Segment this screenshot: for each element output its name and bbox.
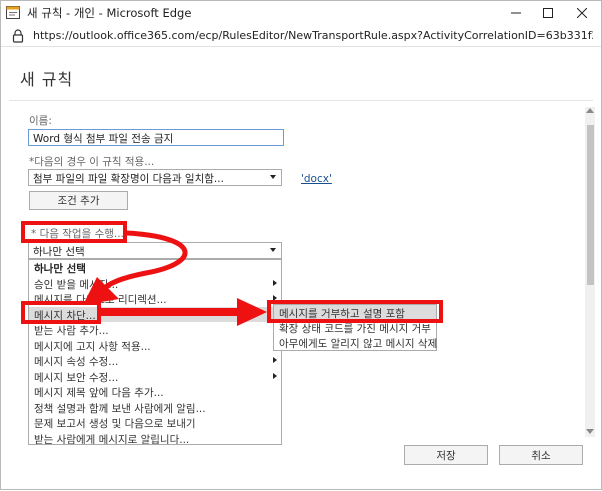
- dropdown-item-approval[interactable]: 승인 받을 메시지...: [29, 276, 281, 292]
- dropdown-item-block-message[interactable]: 메시지 차단...: [29, 306, 281, 322]
- dropdown-item-incident-report[interactable]: 문제 보고서 생성 및 다음으로 보내기: [29, 415, 281, 431]
- dropdown-item-label: 메시지 속성 수정...: [34, 356, 119, 368]
- add-condition-button[interactable]: 조건 추가: [29, 191, 128, 210]
- dropdown-item-label: 메시지 제목 앞에 다음 추가...: [34, 387, 164, 399]
- scroll-up-icon[interactable]: [586, 108, 594, 113]
- scroll-down-icon[interactable]: [586, 429, 594, 434]
- submenu-item-label: 아무에게도 알리지 않고 메시지 삭제: [279, 338, 438, 350]
- outlook-page-icon: [6, 6, 20, 19]
- chevron-right-icon: [273, 372, 277, 379]
- dropdown-item-notify-sender[interactable]: 정책 설명과 함께 보낸 사람에게 알림...: [29, 400, 281, 416]
- condition-select[interactable]: 첨부 파일의 파일 확장명이 다음과 일치함...: [28, 169, 282, 186]
- title-bar: 새 규칙 - 개인 - Microsoft Edge: [1, 1, 601, 25]
- dropdown-item-label: 메시지에 고지 사항 적용...: [34, 340, 151, 353]
- block-message-submenu[interactable]: 메시지를 거부하고 설명 포함 확장 상태 코드를 가진 메시지 거부 아무에게…: [273, 304, 437, 351]
- chevron-down-icon: [270, 175, 276, 179]
- dropdown-item-select-one[interactable]: 하나만 선택: [29, 260, 281, 276]
- dropdown-item-label: 메시지를 다음으로 리디렉션...: [34, 294, 167, 306]
- chevron-right-icon: [273, 295, 277, 301]
- dropdown-item-label: 메시지 보안 수정...: [34, 371, 119, 384]
- page-title: 새 규칙: [20, 70, 74, 89]
- dropdown-item-redirect[interactable]: 메시지를 다음으로 리디렉션...: [29, 291, 281, 307]
- name-label: 이름:: [29, 115, 52, 127]
- submenu-item-label: 메시지를 거부하고 설명 포함: [279, 308, 405, 320]
- action-dropdown-list[interactable]: 하나만 선택 승인 받을 메시지... 메시지를 다음으로 리디렉션... 메시…: [28, 259, 282, 445]
- url-text[interactable]: https://outlook.office365.com/ecp/RulesE…: [33, 29, 593, 42]
- action-label: * 다음 작업을 수행...: [31, 228, 124, 240]
- submenu-item-reject-with-status-code[interactable]: 확장 상태 코드를 가진 메시지 거부: [274, 320, 436, 335]
- chevron-right-icon: [273, 357, 277, 363]
- action-select-value: 하나만 선택: [33, 246, 85, 258]
- dropdown-item-label: 하나만 선택: [34, 263, 86, 275]
- chevron-right-icon: [273, 279, 277, 286]
- dropdown-item-disclaimer[interactable]: 메시지에 고지 사항 적용...: [29, 338, 281, 354]
- dropdown-item-label: 받는 사람에게 메시지로 알립니다...: [34, 433, 190, 445]
- dropdown-item-add-recipients[interactable]: 받는 사람 추가...: [29, 322, 281, 338]
- chevron-down-icon: [270, 248, 276, 252]
- address-bar[interactable]: https://outlook.office365.com/ecp/RulesE…: [1, 25, 601, 47]
- dropdown-item-label: 문제 보고서 생성 및 다음으로 보내기: [34, 418, 196, 430]
- submenu-item-delete-silently[interactable]: 아무에게도 알리지 않고 메시지 삭제: [274, 335, 438, 350]
- action-select[interactable]: 하나만 선택: [28, 242, 282, 259]
- dropdown-item-modify-properties[interactable]: 메시지 속성 수정...: [29, 353, 281, 369]
- rule-name-input[interactable]: Word 형식 첨부 파일 전송 금지: [28, 129, 284, 146]
- dropdown-item-label: 메시지 차단...: [34, 309, 96, 322]
- submenu-item-reject-with-explanation[interactable]: 메시지를 거부하고 설명 포함: [274, 305, 436, 320]
- dropdown-item-label: 승인 받을 메시지...: [34, 278, 119, 291]
- minimize-icon: [511, 12, 521, 14]
- condition-select-value: 첨부 파일의 파일 확장명이 다음과 일치함...: [33, 173, 224, 185]
- scrollbar-thumb[interactable]: [587, 125, 594, 285]
- minimize-button[interactable]: [501, 1, 531, 25]
- lock-icon: [12, 29, 24, 43]
- close-icon: [577, 8, 587, 18]
- window-title: 새 규칙 - 개인 - Microsoft Edge: [27, 6, 192, 20]
- divider: [9, 100, 593, 101]
- dropdown-item-notify-recipient[interactable]: 받는 사람에게 메시지로 알립니다...: [29, 431, 281, 445]
- save-button[interactable]: 저장: [404, 445, 488, 465]
- dropdown-item-label: 정책 설명과 함께 보낸 사람에게 알림...: [34, 402, 206, 415]
- close-button[interactable]: [567, 1, 597, 25]
- browser-window: 새 규칙 - 개인 - Microsoft Edge https://outlo…: [0, 0, 602, 490]
- condition-value-link[interactable]: 'docx': [301, 173, 332, 185]
- cancel-button[interactable]: 취소: [499, 445, 583, 465]
- maximize-button[interactable]: [533, 1, 563, 25]
- dropdown-item-prepend-subject[interactable]: 메시지 제목 앞에 다음 추가...: [29, 384, 281, 400]
- dropdown-item-label: 받는 사람 추가...: [34, 325, 109, 337]
- maximize-icon: [543, 8, 553, 18]
- dropdown-item-modify-security[interactable]: 메시지 보안 수정...: [29, 369, 281, 385]
- submenu-item-label: 확장 상태 코드를 가진 메시지 거부: [279, 323, 431, 335]
- condition-label: *다음의 경우 이 규칙 적용...: [29, 156, 155, 168]
